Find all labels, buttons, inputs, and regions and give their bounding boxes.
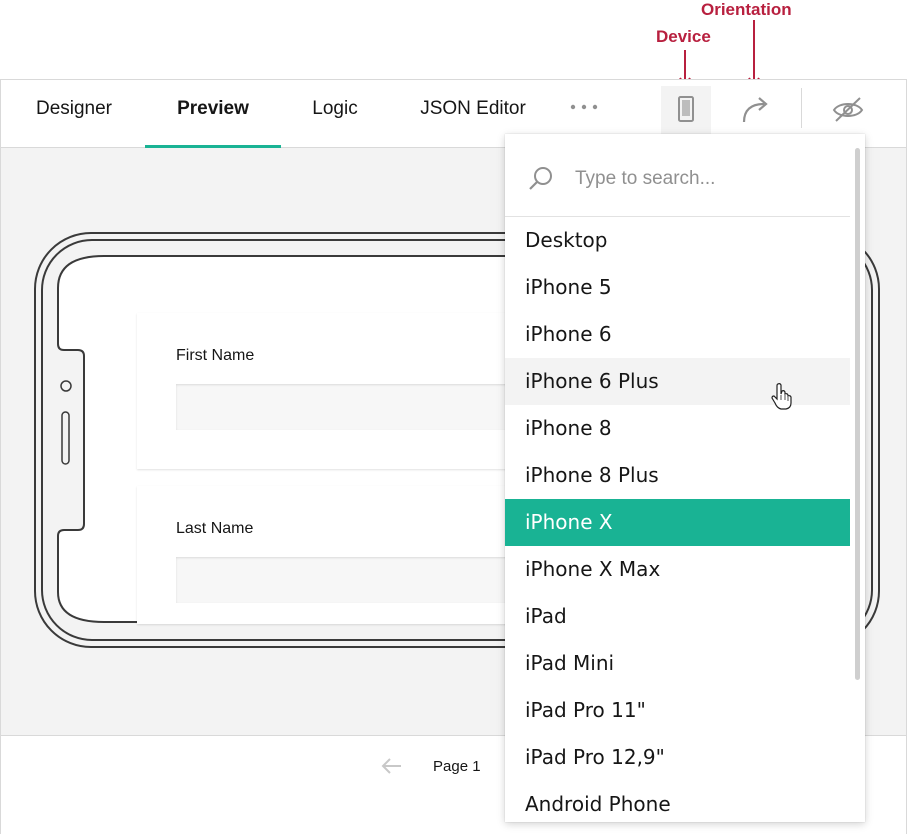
device-option[interactable]: iPhone 8 Plus bbox=[505, 452, 850, 499]
device-option[interactable]: iPhone 5 bbox=[505, 264, 850, 311]
device-option[interactable]: iPhone X Max bbox=[505, 546, 850, 593]
device-annotation: Device bbox=[656, 27, 711, 46]
device-list: Desktop iPhone 5 iPhone 6 iPhone 6 Plus … bbox=[505, 217, 850, 822]
hide-button[interactable] bbox=[823, 86, 873, 136]
arrow-left-icon[interactable] bbox=[379, 756, 405, 776]
device-option[interactable]: Android Phone bbox=[505, 781, 850, 822]
mobile-device-icon bbox=[678, 96, 694, 122]
hand-cursor-icon bbox=[771, 383, 792, 410]
device-search bbox=[505, 134, 850, 217]
rotate-arrow-icon bbox=[742, 97, 768, 123]
first-name-input[interactable] bbox=[176, 384, 537, 430]
device-dropdown: Desktop iPhone 5 iPhone 6 iPhone 6 Plus … bbox=[505, 134, 865, 822]
search-icon bbox=[529, 167, 552, 190]
question-title-last-name: Last Name bbox=[176, 520, 254, 537]
tab-preview-label: Preview bbox=[177, 98, 249, 119]
toolbar-separator bbox=[801, 88, 802, 128]
more-horizontal-icon[interactable] bbox=[569, 102, 599, 112]
question-card-last-name: Last Name bbox=[137, 486, 537, 624]
device-option[interactable]: iPad Pro 11" bbox=[505, 687, 850, 734]
device-option[interactable]: iPad Mini bbox=[505, 640, 850, 687]
device-option[interactable]: iPhone 6 bbox=[505, 311, 850, 358]
device-option[interactable]: Desktop bbox=[505, 217, 850, 264]
question-card-first-name: First Name bbox=[137, 313, 537, 469]
dropdown-scrollbar[interactable] bbox=[855, 148, 860, 680]
device-option-hovered[interactable]: iPhone 6 Plus bbox=[505, 358, 850, 405]
device-option[interactable]: iPad Pro 12,9" bbox=[505, 734, 850, 781]
device-option[interactable]: iPhone 8 bbox=[505, 405, 850, 452]
orientation-annotation: Orientation bbox=[701, 0, 792, 19]
question-title-first-name: First Name bbox=[176, 347, 255, 364]
last-name-input[interactable] bbox=[176, 557, 537, 603]
orientation-button[interactable] bbox=[731, 86, 781, 136]
tab-logic-label: Logic bbox=[312, 98, 358, 119]
tab-designer[interactable]: Designer bbox=[21, 80, 127, 147]
tab-json-editor-label: JSON Editor bbox=[420, 98, 526, 119]
eye-off-icon bbox=[832, 97, 864, 122]
tab-designer-label: Designer bbox=[35, 98, 113, 119]
tab-logic[interactable]: Logic bbox=[299, 80, 371, 147]
device-option-selected[interactable]: iPhone X bbox=[505, 499, 850, 546]
device-search-input[interactable] bbox=[575, 164, 835, 194]
page-label[interactable]: Page 1 bbox=[433, 758, 481, 775]
tab-preview[interactable]: Preview bbox=[145, 80, 281, 148]
device-option[interactable]: iPad bbox=[505, 593, 850, 640]
device-button[interactable] bbox=[661, 86, 711, 136]
